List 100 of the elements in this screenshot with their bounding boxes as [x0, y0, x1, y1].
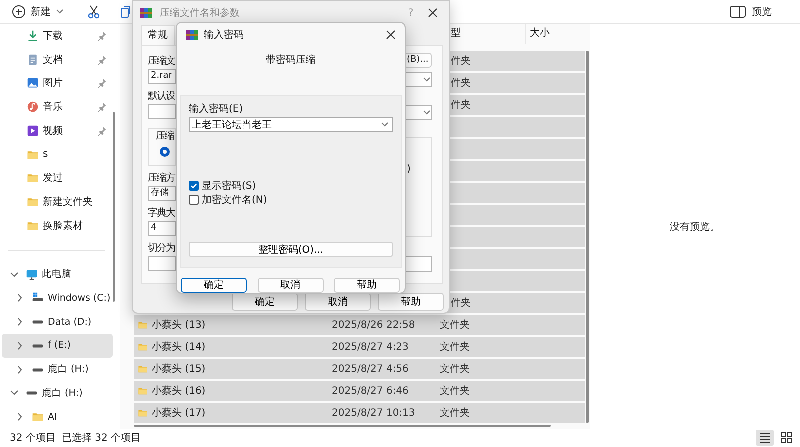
type-cell-text: 件夹: [451, 296, 472, 310]
tree-item[interactable]: f (E:): [2, 334, 113, 358]
chevron-icon[interactable]: [16, 293, 25, 304]
input-field[interactable]: [148, 256, 176, 271]
chevron-icon[interactable]: [16, 364, 25, 375]
preview-button[interactable]: 预览: [730, 4, 772, 18]
folder-icon: [27, 148, 39, 161]
chevron-icon[interactable]: [16, 412, 25, 422]
browse-button[interactable]: (B)...: [404, 53, 432, 68]
dropdown[interactable]: [404, 72, 432, 87]
scrollbar[interactable]: [586, 51, 589, 423]
dialog-button[interactable]: 确定: [181, 278, 247, 293]
type-cell-text: 件夹: [451, 98, 472, 112]
caret-icon: [56, 8, 64, 15]
close-icon: [386, 30, 396, 40]
field-label: 切分为: [148, 242, 176, 256]
cut-button[interactable]: [88, 4, 100, 18]
file-row[interactable]: 小蔡头 (16) 2025/8/27 6:46 文件夹: [134, 381, 585, 401]
checkbox-option[interactable]: 加密文件名(N): [189, 193, 268, 207]
sidebar-item[interactable]: 新建文件夹: [0, 190, 113, 214]
tree-item[interactable]: Data (D:): [2, 310, 113, 334]
dialog-button[interactable]: 帮助: [378, 293, 444, 311]
plus-icon: [12, 4, 26, 18]
close-icon: [428, 8, 438, 18]
copy-button[interactable]: [121, 5, 131, 18]
input-field[interactable]: [148, 104, 176, 119]
field-label: 默认设: [148, 90, 176, 104]
folder-icon: [138, 320, 148, 330]
tree-item[interactable]: 鹿白 (H:): [2, 358, 113, 382]
folder-icon: [138, 386, 148, 396]
name-cell-text: 小蔡头 (14): [152, 340, 207, 354]
scrollbar[interactable]: [134, 425, 551, 427]
sidebar-item[interactable]: 视频: [0, 119, 113, 143]
input-field[interactable]: 存储: [148, 186, 176, 201]
preview-pane-icon: [730, 6, 746, 18]
dialog-button[interactable]: 确定: [232, 293, 298, 311]
dialog-button[interactable]: 取消: [258, 278, 324, 293]
file-row[interactable]: 小蔡头 (17) 2025/8/27 10:13 文件夹: [134, 403, 585, 423]
name-cell-text: 小蔡头 (17): [152, 406, 207, 420]
date-cell-text: 2025/8/27 6:46: [332, 386, 410, 396]
folder-icon: [27, 196, 39, 208]
radio-button[interactable]: [160, 147, 170, 157]
folder-icon: [138, 364, 148, 374]
caret-icon: [423, 76, 431, 83]
checkbox[interactable]: [189, 181, 199, 191]
file-row[interactable]: 小蔡头 (13) 2025/8/26 22:58 文件夹: [134, 315, 585, 335]
tiles-view-icon: [781, 432, 793, 444]
dropdown[interactable]: [404, 105, 432, 120]
checkbox[interactable]: [189, 195, 199, 205]
new-button[interactable]: 新建: [12, 4, 64, 18]
name-cell-text: 小蔡头 (16): [152, 384, 207, 398]
sidebar-item[interactable]: 文档: [0, 48, 113, 72]
tree-item[interactable]: Windows (C:): [2, 286, 113, 310]
sidebar-item[interactable]: 音乐: [0, 95, 113, 119]
scissors-icon: [88, 4, 100, 18]
date-cell-text: 2025/8/27 4:23: [332, 342, 410, 352]
chevron-icon[interactable]: [16, 340, 25, 351]
sidebar-item[interactable]: 下载: [0, 24, 113, 48]
selection-count: 已选择 32 个项目: [62, 432, 141, 445]
dialog-button[interactable]: 取消: [305, 293, 371, 311]
sidebar-item[interactable]: s: [0, 142, 113, 166]
checkbox-option[interactable]: 显示密码(S): [189, 179, 256, 193]
name-cell-text: 小蔡头 (15): [152, 362, 207, 376]
password-field[interactable]: 上老王论坛当老王: [189, 117, 393, 132]
scrollbar[interactable]: [113, 112, 115, 302]
drive-icon: [32, 292, 44, 304]
sidebar-item[interactable]: 发过: [0, 166, 113, 190]
window-title: 输入密码: [204, 28, 244, 42]
input-field[interactable]: 2.rar: [148, 69, 176, 84]
copy-icon: [121, 5, 131, 18]
folder-icon: [27, 220, 39, 232]
name-cell-text: 小蔡头 (13): [152, 318, 207, 332]
input-field[interactable]: 4: [148, 221, 176, 236]
sidebar-item[interactable]: 图片: [0, 72, 113, 96]
input-field[interactable]: [404, 256, 432, 272]
file-row[interactable]: 小蔡头 (15) 2025/8/27 4:56 文件夹: [134, 359, 585, 379]
tree-item[interactable]: 此电脑: [2, 262, 113, 286]
window-title: 压缩文件名和参数: [160, 6, 240, 20]
folder-icon: [32, 411, 44, 424]
column-header[interactable]: 型: [451, 24, 461, 44]
column-header[interactable]: 大小: [530, 24, 550, 44]
chevron-icon[interactable]: [10, 270, 19, 280]
dialog-heading: 带密码压缩: [266, 55, 316, 67]
books-icon: [140, 7, 152, 19]
sidebar-item[interactable]: 换脸素材: [0, 214, 113, 238]
monitor-icon: [26, 268, 38, 281]
organize-passwords-button[interactable]: 整理密码(O)...: [189, 242, 393, 257]
music-icon: [27, 101, 39, 114]
tab[interactable]: 常规: [141, 25, 175, 45]
chevron-icon[interactable]: [16, 317, 25, 328]
tree-item[interactable]: 鹿白 (H:): [2, 382, 113, 406]
file-row[interactable]: 小蔡头 (14) 2025/8/27 4:23 文件夹: [134, 337, 585, 357]
type-cell-text: 文件夹: [440, 406, 471, 420]
date-cell-text: 2025/8/27 10:13: [332, 408, 416, 418]
document-icon: [27, 54, 39, 66]
tree-item[interactable]: AI: [2, 405, 113, 429]
dialog-button[interactable]: 帮助: [334, 278, 400, 293]
view-button[interactable]: [756, 430, 774, 446]
type-cell-text: 件夹: [451, 54, 472, 68]
download-icon: [27, 30, 39, 42]
